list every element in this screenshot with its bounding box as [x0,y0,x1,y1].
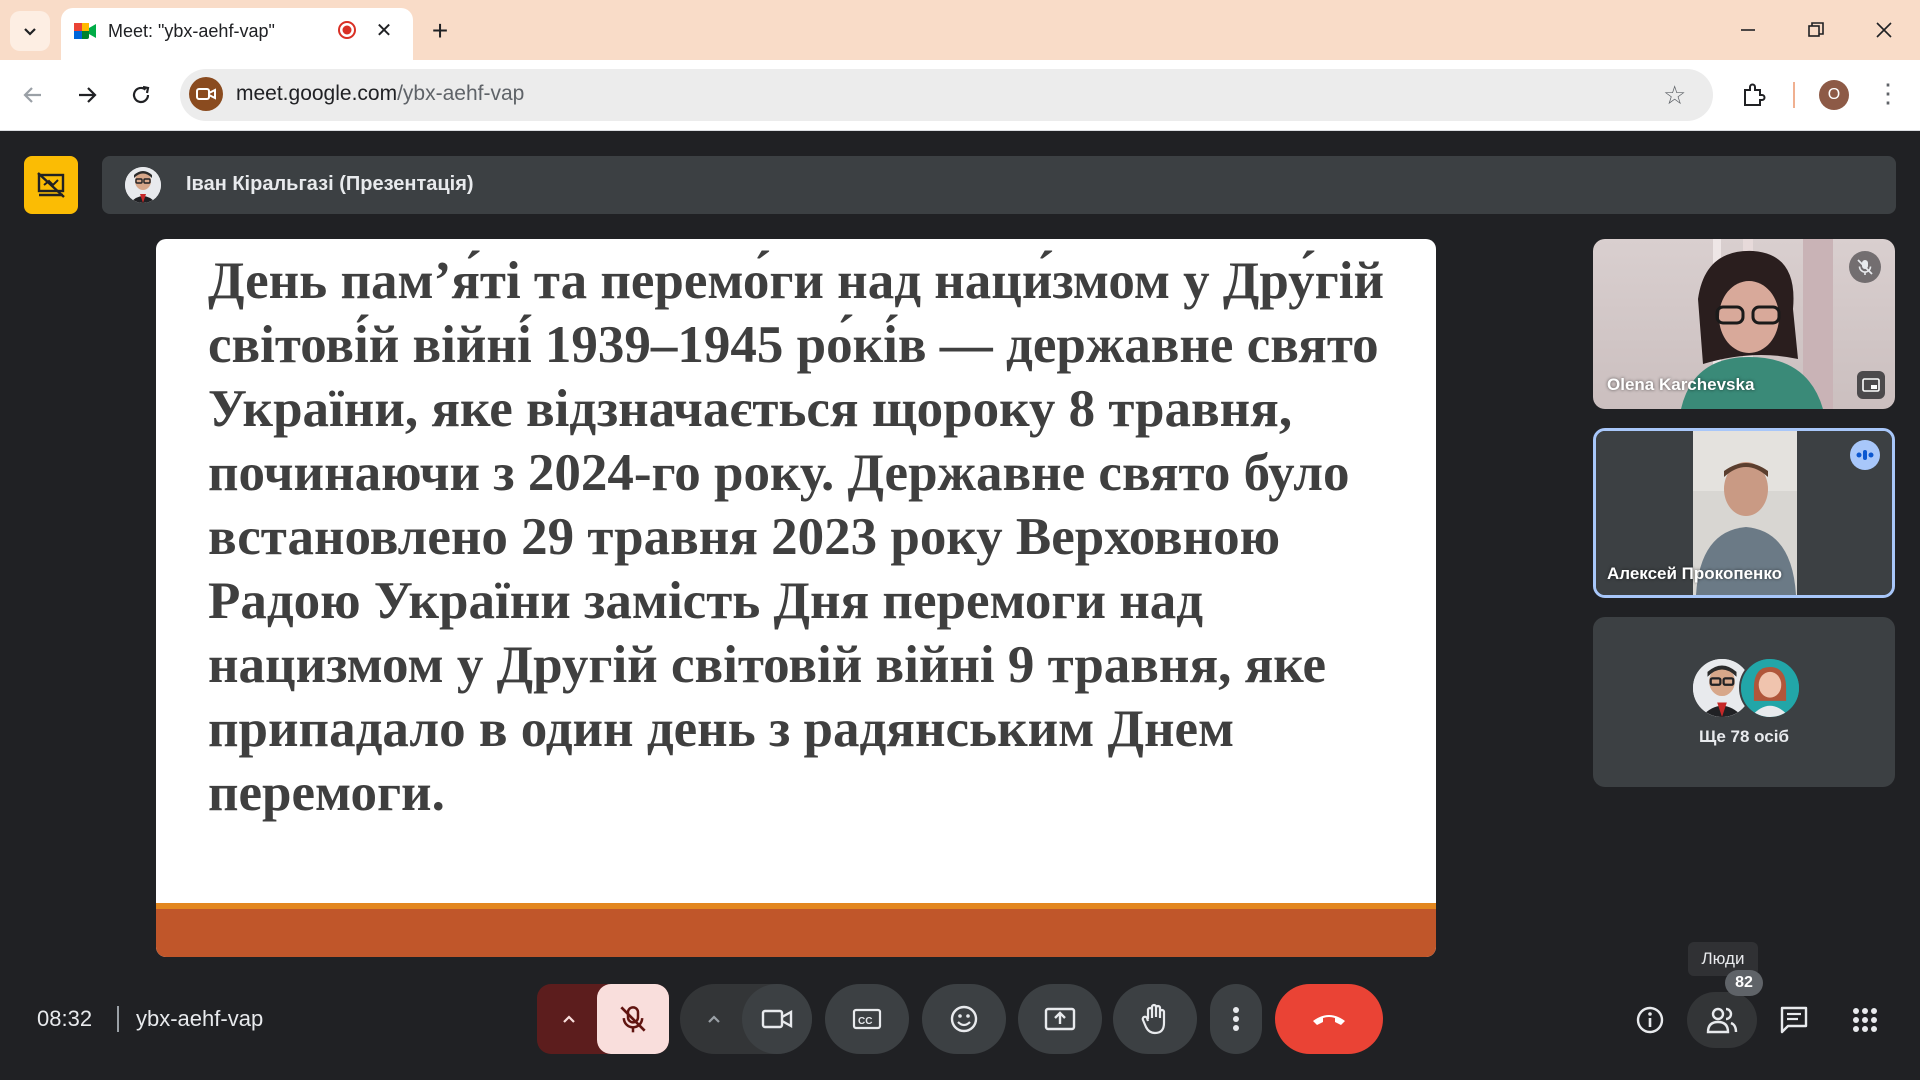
slide-text: День пам’я́ті та перемо́ги над наци́змом… [208,252,1384,822]
meeting-clock: 08:32 [37,1006,93,1031]
people-count-badge: 82 [1725,970,1763,996]
chevron-up-icon [563,1015,575,1023]
recording-indicator-icon [338,21,356,39]
speaking-indicator [1850,440,1880,470]
url-text[interactable]: meet.google.com/ybx-aehf-vap [236,82,524,106]
mic-off-icon [1857,259,1873,275]
svg-text:CC: CC [858,1016,872,1027]
presenter-name: Іван Кіральгазі (Презентація) [186,173,474,195]
close-icon: ✕ [375,19,393,42]
closed-captions-icon: CC [852,1008,882,1030]
more-vert-icon: ⋮ [1875,78,1901,108]
presenter-avatar [125,167,161,203]
minimize-icon [1741,29,1755,31]
audio-options-button[interactable] [549,999,589,1039]
reload-button[interactable] [122,76,160,114]
url-host: meet.google.com [236,82,398,105]
people-button[interactable] [1687,992,1757,1048]
participant-name: Алексей Прокопенко [1607,564,1782,583]
puzzle-icon [1744,83,1766,106]
person-avatar-icon [125,167,161,203]
more-participants-label: Ще 78 осіб [1699,727,1789,746]
stop-presenting-layout-button[interactable] [24,156,78,214]
browser-menu-button[interactable]: ⋮ [1875,78,1901,109]
google-meet-icon [74,23,96,39]
minimize-window-button[interactable] [1726,14,1770,46]
arrow-right-icon [79,87,97,103]
close-window-button[interactable] [1862,14,1906,46]
meeting-code: ybx-aehf-vap [136,1006,264,1031]
profile-avatar[interactable]: O [1819,80,1849,110]
tab-title: Meet: "ybx-aehf-vap" [108,21,275,41]
extensions-button[interactable] [1737,78,1771,112]
microphone-toggle-button[interactable] [597,984,669,1054]
video-camera-icon [761,1009,793,1029]
participant-tile-active-speaker[interactable]: Алексей Прокопенко [1593,428,1895,598]
participant-avatar [1739,657,1801,719]
raise-hand-button[interactable] [1113,984,1197,1054]
restore-icon [1808,22,1824,37]
back-button[interactable] [14,76,52,114]
hand-icon [1141,1003,1166,1035]
send-reaction-button[interactable] [922,984,1006,1054]
person-avatar-icon [1741,659,1799,717]
picture-in-picture-icon [1862,378,1880,392]
bottom-bar-separator [117,1006,119,1032]
video-camera-icon [196,88,216,100]
picture-in-picture-button[interactable] [1857,371,1885,399]
star-icon: ☆ [1663,80,1687,110]
restore-window-button[interactable] [1794,14,1838,46]
camera-toggle-button[interactable] [742,984,812,1054]
audio-level-icon [1856,450,1874,460]
chat-icon [1780,1006,1808,1034]
close-tab-button[interactable]: ✕ [372,18,396,42]
chevron-down-icon [24,28,36,36]
participant-muted-indicator [1849,251,1881,283]
participant-tile[interactable]: Olena Karchevska [1593,239,1895,409]
more-vert-icon [1233,1007,1239,1031]
meeting-details-button[interactable] [1630,1000,1670,1040]
close-icon [1876,22,1892,38]
new-tab-button[interactable]: + [425,15,455,46]
activities-button[interactable] [1845,1000,1885,1040]
chat-button[interactable] [1774,1000,1814,1040]
info-icon [1636,1006,1664,1034]
people-icon [1706,1007,1738,1034]
leave-call-button[interactable] [1275,984,1383,1054]
video-options-button[interactable] [694,999,734,1039]
chevron-up-icon [708,1015,720,1023]
present-screen-icon [1044,1007,1076,1031]
more-options-button[interactable] [1210,984,1262,1054]
slide-footer-band [156,909,1436,957]
more-participants-tile[interactable]: Ще 78 осіб [1593,617,1895,787]
call-end-icon [1313,1015,1345,1025]
bookmark-star-button[interactable]: ☆ [1663,80,1686,111]
present-now-button[interactable] [1018,984,1102,1054]
arrow-left-icon [23,87,41,103]
site-info-button[interactable] [189,77,223,111]
emoji-icon [950,1005,978,1033]
participant-name: Olena Karchevska [1607,375,1755,394]
url-path: /ybx-aehf-vap [397,82,525,105]
mic-off-icon [620,1006,646,1033]
plus-icon: + [431,15,449,46]
reload-icon [132,85,150,104]
apps-grid-icon [1853,1008,1877,1032]
presentation-off-icon [37,172,65,198]
tab-search-button[interactable] [10,11,50,51]
captions-button[interactable]: CC [825,984,909,1054]
toolbar-separator [1793,82,1795,108]
presentation-slide: День пам’я́ті та перемо́ги над наци́змом… [156,239,1436,957]
forward-button[interactable] [68,76,106,114]
